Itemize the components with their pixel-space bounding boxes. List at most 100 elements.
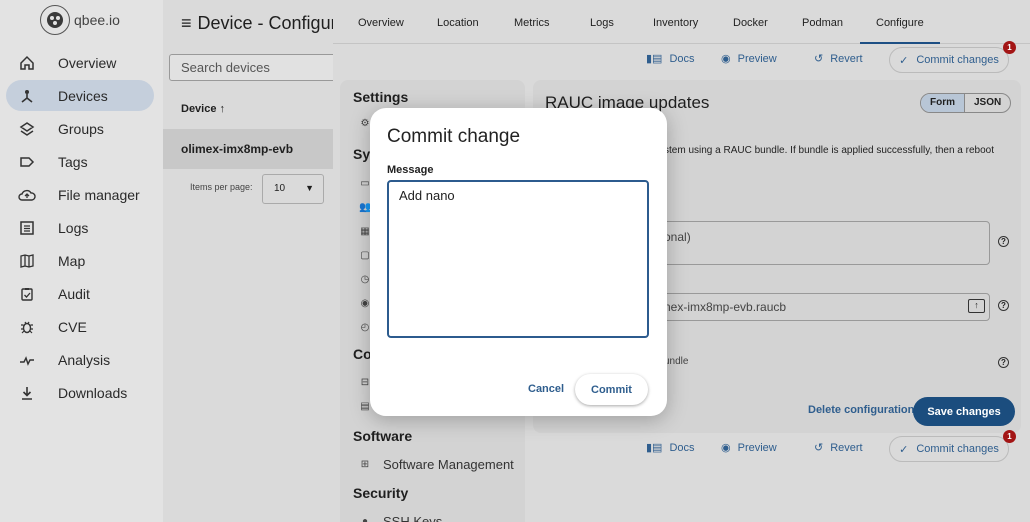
- sidebar-item-cve[interactable]: CVE: [0, 310, 163, 343]
- form-json-toggle[interactable]: Form JSON: [920, 93, 1012, 113]
- layers-icon: [18, 120, 36, 138]
- table-row[interactable]: olimex-imx8mp-evb: [163, 129, 333, 169]
- sidebar-item-label: CVE: [58, 318, 87, 335]
- download-icon: [18, 384, 36, 402]
- tab-docker[interactable]: Docker: [733, 17, 768, 29]
- sidebar-item-tags[interactable]: Tags: [0, 145, 163, 178]
- list-icon: ▤: [360, 401, 370, 412]
- sidebar-item-audit[interactable]: Audit: [0, 277, 163, 310]
- save-changes-button[interactable]: Save changes: [913, 397, 1015, 426]
- history-icon: ↺: [814, 53, 824, 65]
- folder-upload-icon[interactable]: ↑: [968, 299, 985, 313]
- preview-button[interactable]: ◉ Preview: [721, 52, 777, 66]
- logo[interactable]: qbee.io: [40, 5, 120, 35]
- logo-icon: [40, 5, 70, 35]
- analysis-icon: [18, 351, 36, 369]
- menu-icon[interactable]: ≡: [181, 13, 192, 34]
- sidebar-item-map[interactable]: Map: [0, 244, 163, 277]
- sort-arrow-icon: ↑: [219, 103, 226, 115]
- device-column-header[interactable]: Device ↑: [181, 103, 225, 115]
- sidebar-item-label: Audit: [58, 285, 90, 302]
- tab-bar: Overview Location Metrics Logs Inventory…: [333, 0, 1030, 44]
- settings-heading: Settings: [353, 89, 409, 105]
- sidebar-item-label: Downloads: [58, 384, 128, 401]
- sidebar-item-label: Analysis: [58, 351, 111, 368]
- map-icon: [18, 252, 36, 270]
- card-description: stem using a RAUC bundle. If bundle is a…: [664, 145, 994, 156]
- sidebar-item-file-manager[interactable]: File manager: [0, 178, 163, 211]
- caret-down-icon: ▼: [305, 183, 314, 193]
- sidebar-item-label: Logs: [58, 219, 89, 236]
- sidebar-item-overview[interactable]: Overview: [0, 46, 163, 79]
- dialog-title: Commit change: [387, 126, 521, 147]
- bug-icon: [18, 318, 36, 336]
- logs-icon: [18, 219, 36, 237]
- device-name: olimex-imx8mp-evb: [181, 142, 294, 156]
- bundle-file-field[interactable]: nex-imx8mp-evb.raucb ↑: [651, 293, 990, 321]
- tab-configure[interactable]: Configure: [860, 17, 940, 44]
- sidebar-item-analysis[interactable]: Analysis: [0, 343, 163, 376]
- pending-count-badge: 1: [1003, 41, 1016, 54]
- delete-configuration-button[interactable]: Delete configuration: [808, 404, 914, 416]
- sidebar-item-label: Tags: [58, 153, 88, 170]
- section-heading-system: Sy: [353, 146, 371, 162]
- settings-item-ssh-keys[interactable]: ● SSH Keys: [359, 514, 442, 522]
- cancel-button[interactable]: Cancel: [528, 383, 564, 395]
- eye-icon: ◉: [721, 442, 731, 454]
- commit-change-dialog: Commit change Message Add nano Cancel Co…: [370, 108, 667, 416]
- book-icon: ▮▤: [646, 53, 663, 65]
- pending-count-badge: 1: [1003, 430, 1016, 443]
- preview-button[interactable]: ◉ Preview: [721, 441, 777, 455]
- json-toggle-option[interactable]: JSON: [965, 94, 1010, 112]
- key-icon: ●: [361, 516, 369, 522]
- tab-location[interactable]: Location: [437, 17, 479, 29]
- revert-button[interactable]: ↺ Revert: [814, 52, 863, 66]
- tab-metrics[interactable]: Metrics: [514, 17, 549, 29]
- help-icon[interactable]: ?: [998, 300, 1009, 311]
- home-icon: [18, 54, 36, 72]
- sidebar-item-label: Map: [58, 252, 86, 269]
- section-heading-security: Security: [353, 485, 409, 501]
- message-textarea[interactable]: Add nano: [387, 180, 649, 338]
- docs-button[interactable]: ▮▤ Docs: [646, 441, 695, 455]
- form-toggle-option[interactable]: Form: [921, 94, 965, 112]
- sidebar-item-label: Groups: [58, 120, 104, 137]
- cloud-upload-icon: [18, 186, 36, 204]
- sidebar-item-label: Overview: [58, 54, 117, 71]
- tab-overview[interactable]: Overview: [358, 17, 404, 29]
- eye-icon: ◉: [721, 53, 731, 65]
- commit-button[interactable]: Commit: [575, 374, 648, 405]
- revert-button[interactable]: ↺ Revert: [814, 441, 863, 455]
- sidebar-item-label: Devices: [58, 87, 108, 104]
- optional-field[interactable]: onal): [651, 221, 990, 265]
- commit-changes-button[interactable]: ✓ Commit changes 1: [889, 41, 1016, 73]
- sidebar-item-label: File manager: [58, 186, 140, 203]
- bundle-option-label: undle: [664, 356, 689, 367]
- sidebar-item-downloads[interactable]: Downloads: [0, 376, 163, 409]
- commit-changes-button[interactable]: ✓ Commit changes 1: [889, 430, 1016, 462]
- tab-logs[interactable]: Logs: [590, 17, 614, 29]
- items-per-page-select[interactable]: 10 ▼: [262, 174, 324, 204]
- items-per-page-label: Items per page:: [190, 182, 253, 192]
- docs-button[interactable]: ▮▤ Docs: [646, 52, 695, 66]
- settings-item[interactable]: ▤: [359, 401, 371, 412]
- sidebar-item-logs[interactable]: Logs: [0, 211, 163, 244]
- help-icon[interactable]: ?: [998, 357, 1009, 368]
- tab-podman[interactable]: Podman: [802, 17, 843, 29]
- help-icon[interactable]: ?: [998, 236, 1009, 247]
- sidebar-nav: Overview Devices Groups Tags File manage…: [0, 46, 163, 409]
- book-icon: ▮▤: [646, 442, 663, 454]
- message-label: Message: [387, 164, 434, 176]
- device-list-panel: ≡ Device - Configure Search devices Devi…: [163, 0, 346, 522]
- search-input[interactable]: Search devices: [169, 54, 339, 81]
- history-icon: ↺: [814, 442, 824, 454]
- sidebar: qbee.io Overview Devices Groups Tags Fil…: [0, 0, 163, 522]
- tab-inventory[interactable]: Inventory: [653, 17, 698, 29]
- page-title: ≡ Device - Configure: [181, 13, 346, 34]
- sidebar-item-devices[interactable]: Devices: [0, 79, 163, 112]
- audit-icon: [18, 285, 36, 303]
- devices-icon: [18, 87, 36, 105]
- toolbar-top: ▮▤ Docs ◉ Preview ↺ Revert ✓ Commit changes …: [333, 41, 1030, 74]
- sidebar-item-groups[interactable]: Groups: [0, 112, 163, 145]
- check-icon: ✓: [899, 54, 909, 67]
